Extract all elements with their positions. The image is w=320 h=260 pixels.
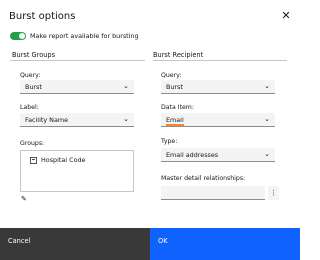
groups-label-label: Label: bbox=[20, 104, 39, 111]
recipient-query-value: Burst bbox=[166, 83, 183, 91]
recipient-type-select[interactable]: Email addresses ⌄ bbox=[161, 148, 275, 162]
ok-button-label: OK bbox=[158, 237, 168, 245]
groups-groups-label: Groups: bbox=[20, 140, 45, 147]
recipient-data-item-label: Data Item: bbox=[161, 104, 194, 111]
recipient-query-label: Query: bbox=[161, 72, 182, 79]
group-item-label: Hospital Code bbox=[41, 156, 86, 164]
cancel-button[interactable]: Cancel bbox=[0, 228, 150, 260]
dialog-title: Burst options bbox=[9, 11, 76, 22]
bursting-toggle-label: Make report available for bursting bbox=[30, 32, 139, 40]
recipient-data-item-value: Email bbox=[166, 116, 184, 126]
pencil-icon[interactable]: ✎ bbox=[21, 195, 27, 203]
groups-query-select[interactable]: Burst ⌄ bbox=[20, 80, 134, 94]
bursting-toggle-row[interactable]: Make report available for bursting bbox=[10, 31, 139, 41]
data-item-icon bbox=[30, 156, 37, 164]
master-detail-input[interactable] bbox=[161, 186, 265, 200]
recipient-type-value: Email addresses bbox=[166, 151, 219, 159]
list-item[interactable]: Hospital Code bbox=[30, 156, 85, 164]
burst-recipient-title: Burst Recipient bbox=[153, 51, 204, 59]
groups-list[interactable]: Hospital Code bbox=[20, 150, 134, 192]
recipient-query-select[interactable]: Burst ⌄ bbox=[161, 80, 275, 94]
chevron-down-icon: ⌄ bbox=[264, 82, 270, 90]
toggle-knob bbox=[19, 33, 25, 39]
burst-options-dialog: Burst options ✕ Make report available fo… bbox=[0, 0, 300, 260]
burst-recipient-divider bbox=[153, 60, 287, 61]
close-icon[interactable]: ✕ bbox=[280, 10, 292, 22]
groups-query-value: Burst bbox=[25, 83, 42, 91]
chevron-down-icon: ⌄ bbox=[123, 115, 129, 123]
recipient-type-label: Type: bbox=[161, 138, 178, 145]
bursting-toggle[interactable] bbox=[10, 32, 26, 40]
cancel-button-label: Cancel bbox=[8, 237, 31, 245]
chevron-down-icon: ⌄ bbox=[264, 150, 270, 158]
ok-button[interactable]: OK bbox=[150, 228, 300, 260]
burst-groups-divider bbox=[10, 60, 145, 61]
chevron-down-icon: ⌄ bbox=[264, 115, 270, 123]
groups-label-select[interactable]: Facility Name ⌄ bbox=[20, 113, 134, 127]
recipient-data-item-select[interactable]: Email ⌄ bbox=[161, 113, 275, 127]
master-detail-label: Master detail relationships: bbox=[161, 175, 246, 182]
overflow-menu-icon[interactable]: ⋮ bbox=[268, 186, 279, 200]
chevron-down-icon: ⌄ bbox=[123, 82, 129, 90]
burst-groups-title: Burst Groups bbox=[12, 51, 56, 59]
groups-query-label: Query: bbox=[20, 72, 41, 79]
groups-label-value: Facility Name bbox=[25, 116, 69, 124]
